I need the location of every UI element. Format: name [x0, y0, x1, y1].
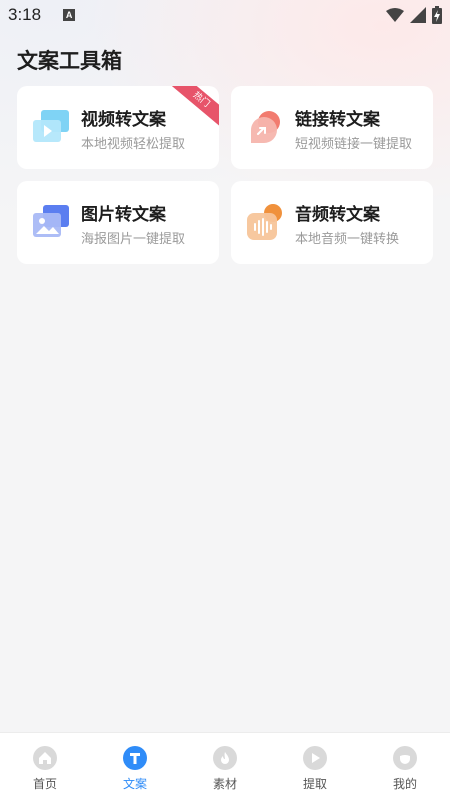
card-title: 图片转文案	[81, 205, 166, 225]
image-icon	[31, 203, 71, 241]
tab-extract[interactable]: 提取	[270, 733, 360, 800]
card-title: 音频转文案	[295, 205, 380, 225]
tab-label: 我的	[392, 777, 417, 791]
page-title: 文案工具箱	[17, 49, 122, 73]
tab-home[interactable]: 首页	[0, 733, 90, 800]
tab-text[interactable]: 文案	[90, 733, 180, 800]
card-subtitle: 本地视频轻松提取	[81, 137, 186, 152]
wifi-icon	[386, 8, 404, 22]
image-to-text-card[interactable]: 图片转文案 海报图片一键提取	[17, 181, 219, 264]
bottom-tab-bar: 首页 文案 素材 提取 我的	[0, 732, 450, 800]
play-icon	[303, 746, 327, 770]
notification-icon: A	[63, 9, 76, 21]
profile-icon	[393, 746, 417, 770]
card-subtitle: 海报图片一键提取	[81, 232, 186, 247]
video-icon	[31, 108, 71, 146]
card-title: 链接转文案	[295, 110, 380, 130]
tab-label: 提取	[302, 777, 327, 791]
status-bar: 3:18 A	[0, 0, 450, 30]
home-icon	[33, 746, 57, 770]
card-subtitle: 本地音频一键转换	[295, 232, 400, 247]
tab-label: 文案	[122, 777, 147, 791]
video-to-text-card[interactable]: 视频转文案 本地视频轻松提取 热门	[17, 86, 219, 169]
signal-icon	[410, 7, 426, 23]
hot-badge: 热门	[165, 86, 219, 132]
tab-label: 素材	[212, 777, 237, 791]
audio-icon	[245, 203, 285, 241]
tab-label: 首页	[32, 777, 57, 791]
status-icons	[386, 6, 442, 24]
battery-icon	[432, 6, 442, 24]
link-to-text-card[interactable]: 链接转文案 短视频链接一键提取	[231, 86, 433, 169]
flame-icon	[213, 746, 237, 770]
card-title: 视频转文案	[81, 110, 166, 130]
audio-to-text-card[interactable]: 音频转文案 本地音频一键转换	[231, 181, 433, 264]
tab-profile[interactable]: 我的	[360, 733, 450, 800]
status-time: 3:18	[8, 5, 42, 24]
card-subtitle: 短视频链接一键提取	[295, 137, 413, 152]
link-icon	[245, 108, 285, 146]
text-icon	[123, 746, 147, 770]
tab-material[interactable]: 素材	[180, 733, 270, 800]
